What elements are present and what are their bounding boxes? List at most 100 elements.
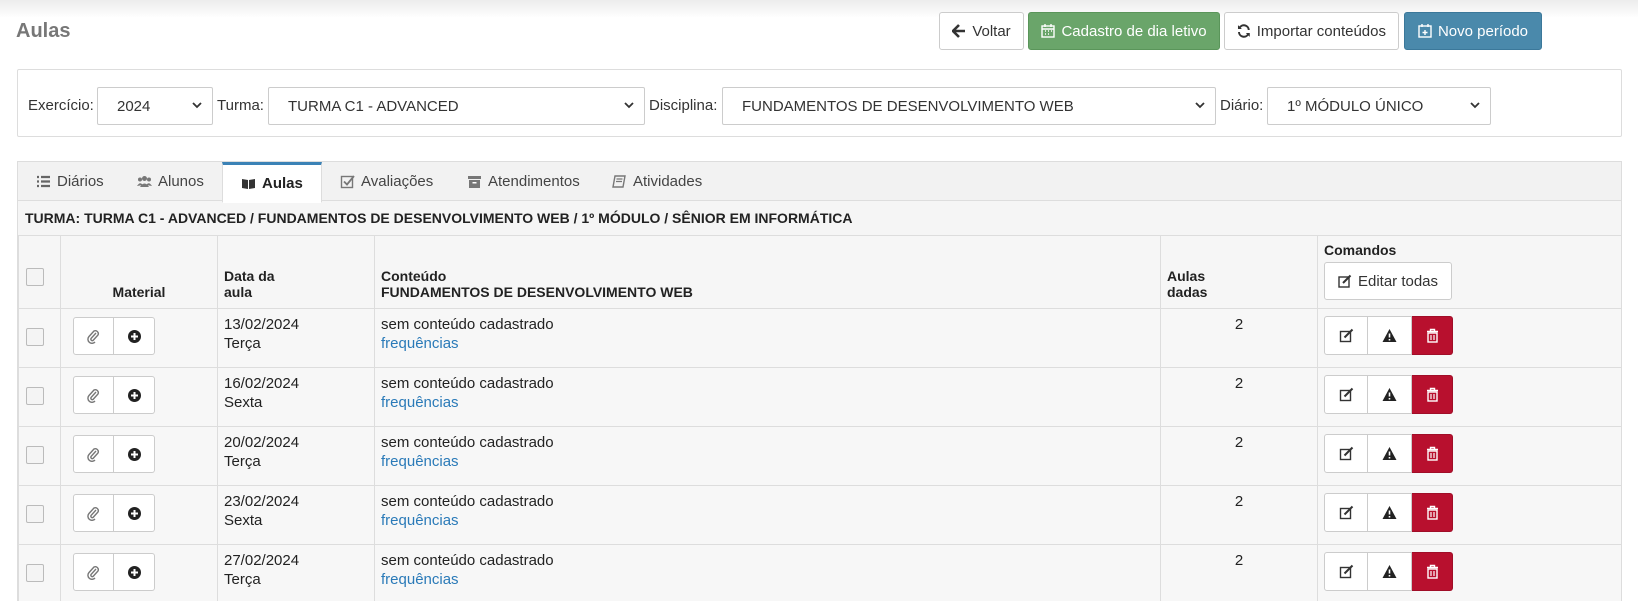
- delete-row-button[interactable]: [1412, 493, 1453, 532]
- add-material-button[interactable]: [114, 435, 155, 473]
- header-material-label: Material: [112, 284, 166, 300]
- frequencias-link[interactable]: frequências: [381, 335, 1154, 352]
- row-date: 27/02/2024: [224, 552, 300, 569]
- row-aulas-cell: 2: [1160, 485, 1318, 545]
- select-all-checkbox[interactable]: [26, 268, 44, 286]
- trash-icon: [1426, 446, 1438, 461]
- row-date: 20/02/2024: [224, 434, 300, 451]
- frequencias-link[interactable]: frequências: [381, 453, 1154, 470]
- row-select-cell: [18, 485, 61, 545]
- table-row: 23/02/2024 Sexta sem conteúdo cadastrado f…: [18, 485, 1622, 545]
- back-button[interactable]: Voltar: [939, 12, 1024, 50]
- row-select-cell: [18, 367, 61, 427]
- frequencias-link[interactable]: frequências: [381, 571, 1154, 588]
- row-weekday: Terça: [224, 335, 261, 352]
- tab-atividades[interactable]: Atividades: [594, 162, 720, 201]
- tab-alunos[interactable]: Alunos: [119, 162, 222, 201]
- row-content: sem conteúdo cadastrado: [381, 493, 554, 510]
- tab-avaliacoes[interactable]: Avaliações: [322, 162, 451, 201]
- row-aulas: 2: [1234, 552, 1244, 569]
- attachment-button[interactable]: [73, 317, 114, 355]
- delete-row-button[interactable]: [1412, 316, 1453, 355]
- row-date: 23/02/2024: [224, 493, 300, 510]
- row-date-cell: 27/02/2024 Terça: [217, 544, 375, 601]
- edit-row-button[interactable]: [1324, 434, 1368, 473]
- edit-row-button[interactable]: [1324, 552, 1368, 591]
- frequencias-link[interactable]: frequências: [381, 394, 1154, 411]
- diario-select[interactable]: 1º MÓDULO ÚNICO: [1267, 87, 1491, 125]
- row-aulas-cell: 2: [1160, 367, 1318, 427]
- row-checkbox[interactable]: [26, 505, 44, 523]
- tab-diarios[interactable]: Diários: [18, 162, 122, 201]
- warning-icon: [1382, 388, 1397, 401]
- delete-row-button[interactable]: [1412, 434, 1453, 473]
- arrow-left-icon: [952, 24, 966, 38]
- tab-label: Atendimentos: [488, 173, 580, 190]
- row-aulas-cell: 2: [1160, 426, 1318, 486]
- trash-icon: [1426, 387, 1438, 402]
- import-content-button[interactable]: Importar conteúdos: [1224, 12, 1399, 50]
- attachment-button[interactable]: [73, 435, 114, 473]
- diario-label: Diário:: [1220, 97, 1264, 114]
- school-day-button[interactable]: Cadastro de dia letivo: [1028, 12, 1220, 50]
- row-content: sem conteúdo cadastrado: [381, 434, 554, 451]
- row-aulas: 2: [1234, 434, 1244, 451]
- header-aulas: Aulas dadas: [1160, 235, 1318, 309]
- add-material-button[interactable]: [114, 553, 155, 591]
- plus-circle-icon: [127, 388, 141, 402]
- paperclip-icon: [87, 506, 99, 521]
- tab-label: Avaliações: [361, 173, 434, 190]
- warning-button[interactable]: [1368, 316, 1412, 355]
- row-content: sem conteúdo cadastrado: [381, 552, 554, 569]
- book-icon: [612, 175, 626, 188]
- paperclip-icon: [87, 447, 99, 462]
- tab-atendimentos[interactable]: Atendimentos: [449, 162, 598, 201]
- header-material: Material: [60, 235, 218, 309]
- turma-select[interactable]: TURMA C1 - ADVANCED: [268, 87, 645, 125]
- warning-icon: [1382, 565, 1397, 578]
- new-period-button[interactable]: Novo período: [1404, 12, 1542, 50]
- add-material-button[interactable]: [114, 376, 155, 414]
- row-commands-cell: [1317, 308, 1622, 368]
- warning-button[interactable]: [1368, 375, 1412, 414]
- row-commands-cell: [1317, 426, 1622, 486]
- add-material-button[interactable]: [114, 494, 155, 532]
- row-weekday: Sexta: [224, 394, 263, 411]
- delete-row-button[interactable]: [1412, 375, 1453, 414]
- row-checkbox[interactable]: [26, 328, 44, 346]
- frequencias-link[interactable]: frequências: [381, 512, 1154, 529]
- row-content: sem conteúdo cadastrado: [381, 316, 554, 333]
- row-date-cell: 16/02/2024 Sexta: [217, 367, 375, 427]
- check-square-icon: [340, 175, 355, 189]
- attachment-button[interactable]: [73, 494, 114, 532]
- trash-icon: [1426, 328, 1438, 343]
- attachment-button[interactable]: [73, 376, 114, 414]
- row-commands-cell: [1317, 485, 1622, 545]
- tab-label: Atividades: [633, 173, 703, 190]
- refresh-icon: [1237, 24, 1250, 38]
- edit-row-button[interactable]: [1324, 375, 1368, 414]
- warning-button[interactable]: [1368, 493, 1412, 532]
- edit-row-button[interactable]: [1324, 493, 1368, 532]
- warning-button[interactable]: [1368, 552, 1412, 591]
- exercicio-select[interactable]: 2024: [97, 87, 213, 125]
- attachment-button[interactable]: [73, 553, 114, 591]
- row-content-cell: sem conteúdo cadastrado frequências: [374, 544, 1161, 601]
- row-checkbox[interactable]: [26, 564, 44, 582]
- turma-label: Turma:: [217, 97, 264, 114]
- row-checkbox[interactable]: [26, 446, 44, 464]
- disciplina-select[interactable]: FUNDAMENTOS DE DESENVOLVIMENTO WEB: [722, 87, 1216, 125]
- edit-all-button[interactable]: Editar todas: [1324, 262, 1452, 300]
- edit-row-button[interactable]: [1324, 316, 1368, 355]
- delete-row-button[interactable]: [1412, 552, 1453, 591]
- row-select-cell: [18, 308, 61, 368]
- edit-all-label: Editar todas: [1357, 272, 1439, 290]
- warning-icon: [1382, 447, 1397, 460]
- warning-button[interactable]: [1368, 434, 1412, 473]
- row-date: 13/02/2024: [224, 316, 300, 333]
- disciplina-value: FUNDAMENTOS DE DESENVOLVIMENTO WEB: [742, 97, 1074, 115]
- row-checkbox[interactable]: [26, 387, 44, 405]
- add-material-button[interactable]: [114, 317, 155, 355]
- tab-aulas[interactable]: Aulas: [222, 162, 322, 203]
- tab-label: Alunos: [158, 173, 204, 190]
